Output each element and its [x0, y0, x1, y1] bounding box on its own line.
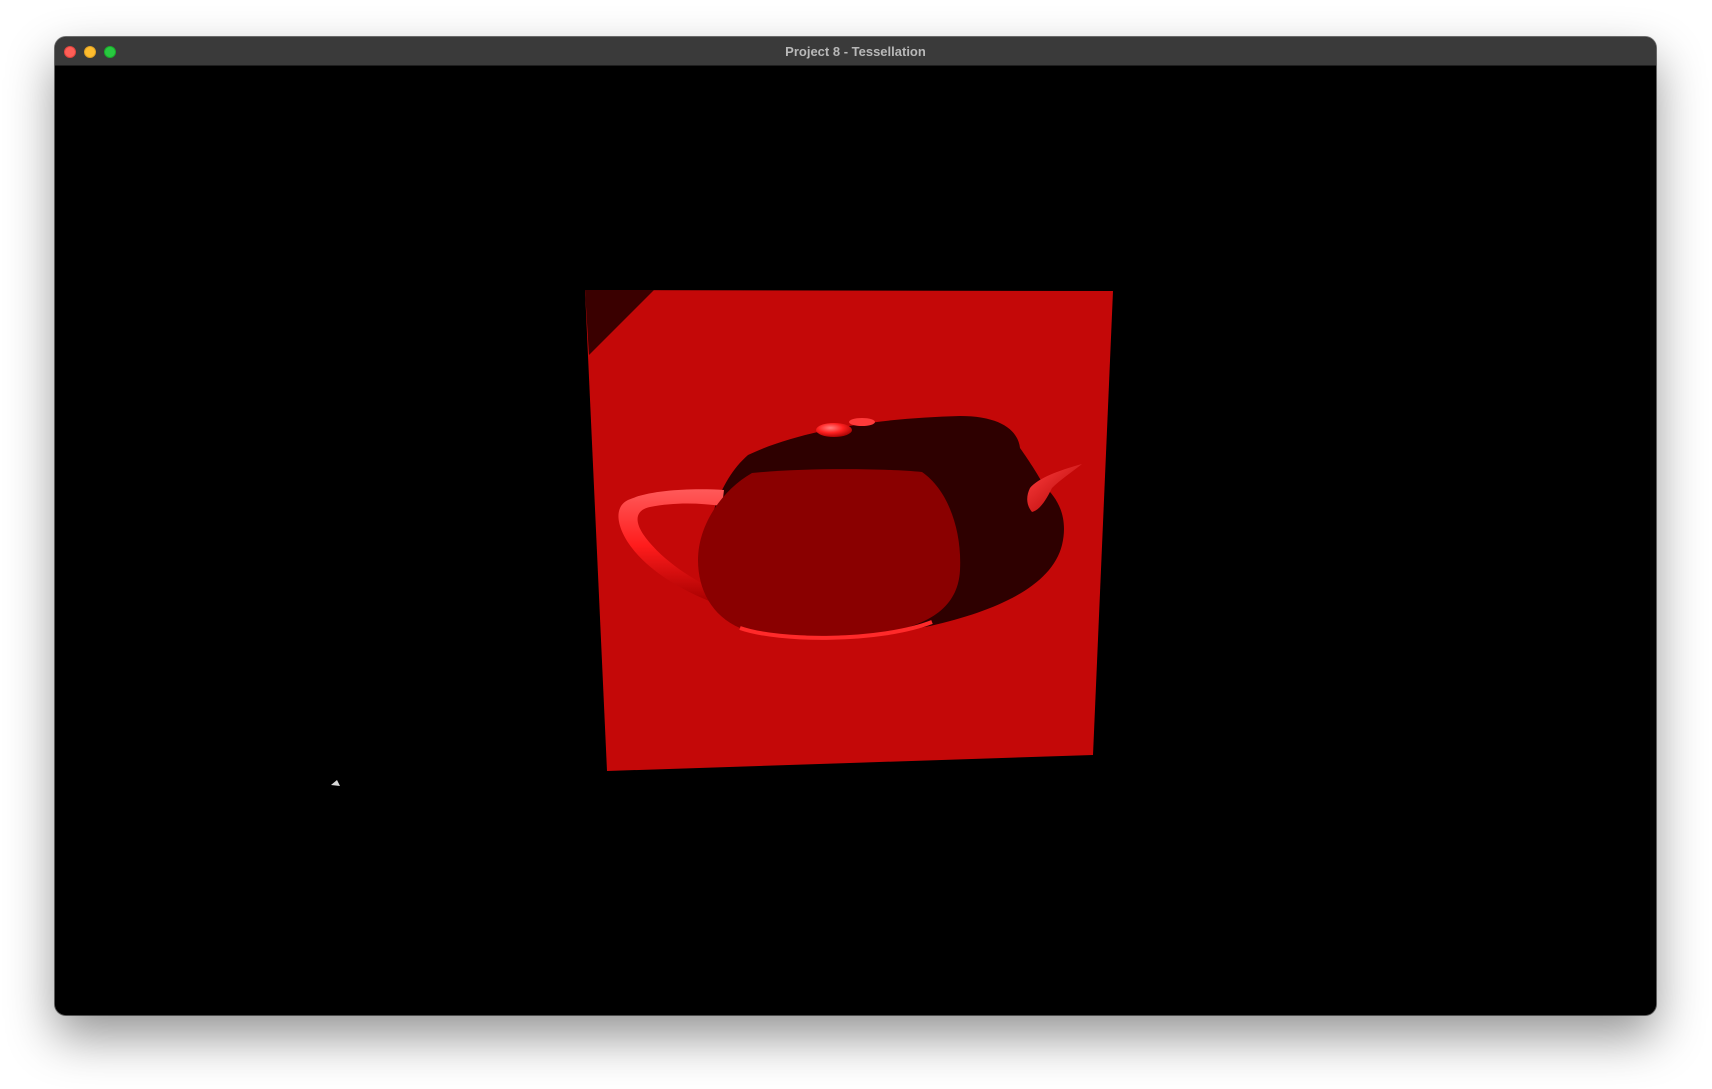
teapot-lid-knob: [849, 418, 875, 426]
teapot-body: [698, 469, 961, 638]
render-viewport[interactable]: [55, 66, 1656, 1015]
title-bar[interactable]: Project 8 - Tessellation: [55, 37, 1656, 66]
window-title: Project 8 - Tessellation: [785, 44, 926, 59]
light-marker: [331, 780, 340, 786]
app-window: Project 8 - Tessellation: [55, 37, 1656, 1015]
teapot-lid: [816, 423, 852, 437]
scene-canvas: [331, 290, 1113, 786]
